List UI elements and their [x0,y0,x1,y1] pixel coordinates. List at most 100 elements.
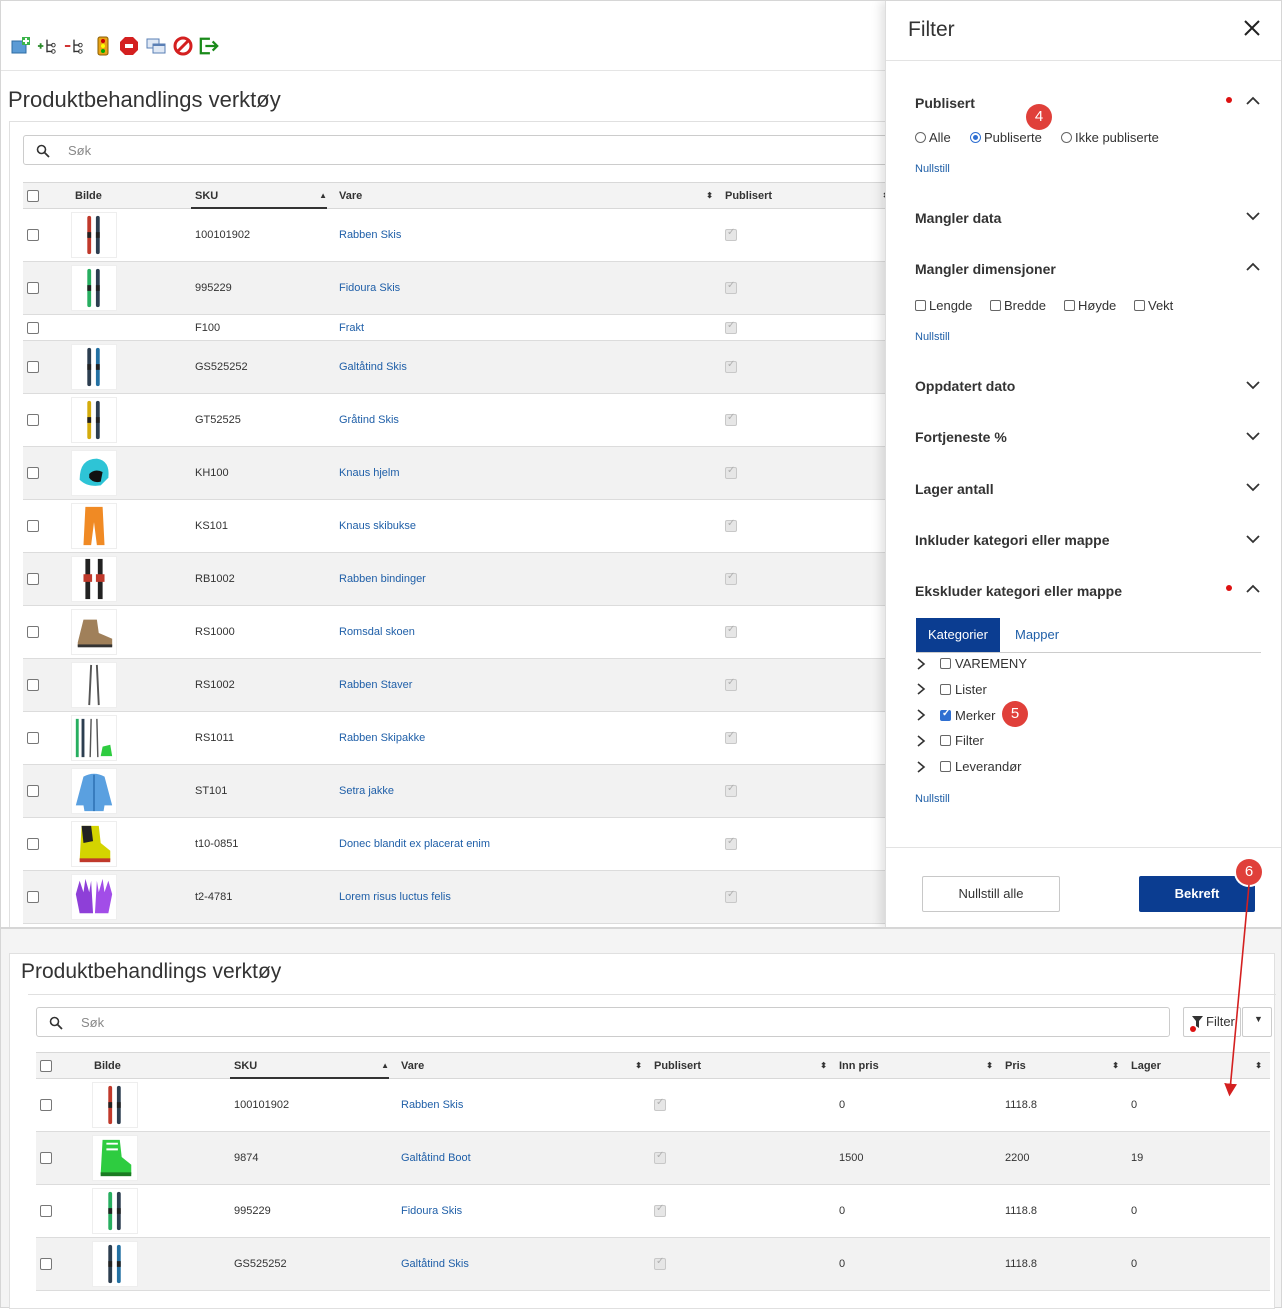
table-row[interactable]: 995229 Fidoura Skis [23,261,899,315]
radio-ikke-publiserte[interactable]: Ikke publiserte [1061,130,1159,145]
traffic-light-icon[interactable] [93,36,113,56]
tree-item[interactable]: Merker [916,708,995,723]
row-checkbox[interactable] [27,361,39,374]
checkbox-bredde[interactable]: Bredde [990,298,1046,313]
tab-mapper[interactable]: Mapper [1015,627,1059,642]
section-publisert[interactable]: Publisert [915,95,975,111]
section-fortjeneste[interactable]: Fortjeneste % [915,429,1007,445]
select-all-checkbox[interactable] [27,189,39,202]
section-lager-antall[interactable]: Lager antall [915,481,994,497]
section-ekskluder[interactable]: Ekskluder kategori eller mappe [915,583,1122,599]
row-checkbox[interactable] [27,891,39,904]
reset-all-button[interactable]: Nullstill alle [922,876,1060,912]
chevron-right-icon[interactable] [916,761,926,773]
table-row[interactable]: KS101 Knaus skibukse [23,499,899,553]
reset-publisert-link[interactable]: Nullstill [915,163,950,175]
product-link[interactable]: Gråtind Skis [335,393,721,447]
checkbox[interactable] [1134,300,1145,311]
product-link[interactable]: Rabben bindinger [335,552,721,606]
row-checkbox[interactable] [27,626,39,639]
table-row[interactable]: GS525252 Galtåtind Skis [23,340,899,394]
row-checkbox[interactable] [27,838,39,851]
row-checkbox[interactable] [27,229,39,242]
product-link[interactable]: Rabben Skis [397,1078,650,1132]
row-checkbox[interactable] [27,679,39,692]
column-header-vare[interactable]: Vare ⬍ [335,182,721,209]
checkbox-hoyde[interactable]: Høyde [1064,298,1116,313]
product-link[interactable]: Romsdal skoen [335,605,721,659]
tree-item[interactable]: VAREMENY [916,656,1027,671]
tree-item[interactable]: Filter [916,733,984,748]
row-checkbox[interactable] [27,785,39,798]
section-mangler-data[interactable]: Mangler data [915,210,1001,226]
confirm-button[interactable]: Bekreft [1139,876,1255,912]
chevron-down-icon[interactable] [1246,211,1260,221]
product-link[interactable]: Fidoura Skis [397,1184,650,1238]
section-mangler-dimensjoner[interactable]: Mangler dimensjoner [915,261,1056,277]
tree-checkbox[interactable] [940,658,951,669]
row-checkbox[interactable] [27,520,39,533]
search-input[interactable]: Søk [23,135,899,165]
filter-dropdown-button[interactable]: ▼ [1242,1007,1272,1037]
row-checkbox[interactable] [40,1258,52,1271]
tab-kategorier[interactable]: Kategorier [916,618,1000,652]
add-tree-node-icon[interactable] [37,36,57,56]
row-checkbox[interactable] [40,1099,52,1112]
product-link[interactable]: Knaus skibukse [335,499,721,553]
column-header-sku[interactable]: SKU ▲ [191,182,335,209]
chevron-down-icon[interactable] [1246,482,1260,492]
product-link[interactable]: Rabben Skis [335,208,721,262]
tree-checkbox[interactable] [940,708,951,721]
row-checkbox[interactable] [27,467,39,480]
table-row[interactable]: 100101902 Rabben Skis 0 1118.8 0 [36,1078,1270,1132]
radio-button[interactable] [1061,132,1072,143]
checkbox-vekt[interactable]: Vekt [1134,298,1173,313]
table-row[interactable]: 995229 Fidoura Skis 0 1118.8 0 [36,1184,1270,1238]
row-checkbox[interactable] [27,573,39,586]
row-checkbox[interactable] [27,414,39,427]
block-icon[interactable] [173,36,193,56]
row-checkbox[interactable] [40,1152,52,1165]
reset-dimensjoner-link[interactable]: Nullstill [915,331,950,343]
radio-button[interactable] [915,132,926,143]
add-product-icon[interactable] [11,36,31,56]
table-row[interactable]: RS1000 Romsdal skoen [23,605,899,659]
search-input[interactable]: Søk [36,1007,1170,1037]
chevron-right-icon[interactable] [916,735,926,747]
table-row[interactable]: RS1011 Rabben Skipakke [23,711,899,765]
column-header-publisert[interactable]: Publisert⬍ [721,182,899,209]
tree-item[interactable]: Lister [916,682,987,697]
remove-tree-node-icon[interactable] [64,36,84,56]
chevron-right-icon[interactable] [916,683,926,695]
product-link[interactable]: Rabben Staver [335,658,721,712]
tree-checkbox[interactable] [940,683,951,695]
column-header-bilde[interactable]: Bilde [63,182,191,209]
product-link[interactable]: Rabben Skipakke [335,711,721,765]
radio-button[interactable] [970,132,981,143]
tree-checkbox[interactable] [940,735,951,747]
chevron-up-icon[interactable] [1246,262,1260,272]
chevron-down-icon[interactable] [1246,380,1260,390]
column-header-pris[interactable]: Pris ⬍ [1001,1052,1127,1079]
tree-checkbox[interactable] [940,761,951,773]
chevron-down-icon[interactable] [1246,534,1260,544]
table-row[interactable]: 100101902 Rabben Skis [23,208,899,262]
product-link[interactable]: Lorem risus luctus felis [335,870,721,924]
copy-windows-icon[interactable] [146,36,166,56]
product-link[interactable]: Galtåtind Skis [397,1237,650,1291]
product-link[interactable]: Setra jakke [335,764,721,818]
product-link[interactable]: Frakt [335,314,721,341]
checkbox[interactable] [1064,300,1075,311]
chevron-right-icon[interactable] [916,709,926,721]
tree-item[interactable]: Leverandør [916,759,1021,774]
table-row[interactable]: 9874 Galtåtind Boot 1500 2200 19 [36,1131,1270,1185]
table-row[interactable]: t10-0851 Donec blandit ex placerat enim [23,817,899,871]
column-header-publisert[interactable]: Publisert⬍ [650,1052,835,1079]
table-row[interactable]: GS525252 Galtåtind Skis 0 1118.8 0 [36,1237,1270,1291]
product-link[interactable]: Galtåtind Skis [335,340,721,394]
checkbox-lengde[interactable]: Lengde [915,298,972,313]
section-inkluder[interactable]: Inkluder kategori eller mappe [915,532,1110,548]
row-checkbox[interactable] [27,321,39,334]
section-oppdatert-dato[interactable]: Oppdatert dato [915,378,1015,394]
table-row[interactable]: t2-4781 Lorem risus luctus felis [23,870,899,924]
